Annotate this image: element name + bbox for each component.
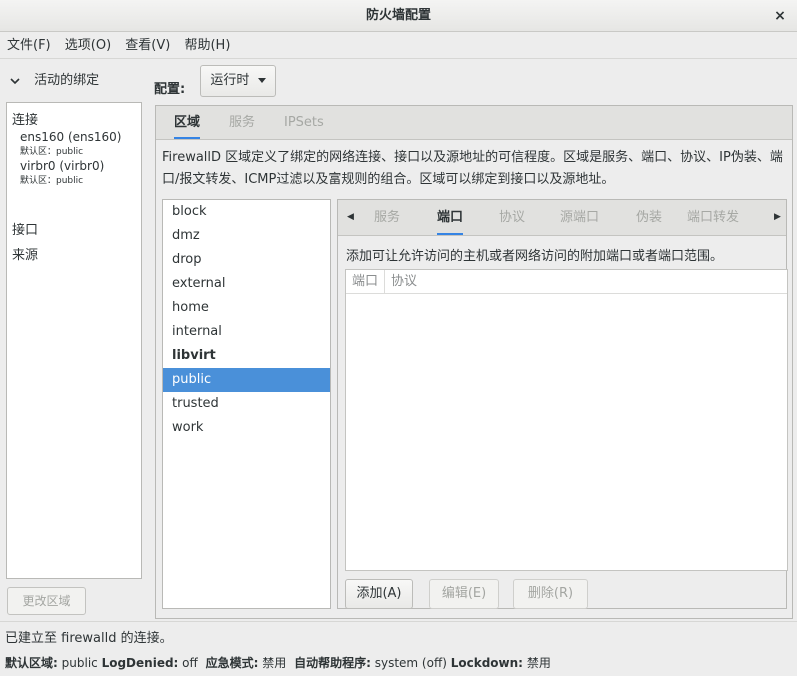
zone-settings-tab-bar: ◀ 服务 端口 协议 源端口 伪装 端口转发 ▶ bbox=[338, 200, 786, 236]
chevron-down-icon bbox=[10, 71, 22, 93]
ports-description: 添加可让允许访问的主机或者网络访问的附加端口或者端口范围。 bbox=[346, 249, 724, 264]
config-value: 运行时 bbox=[210, 73, 250, 88]
edit-port-button[interactable]: 编辑(E) bbox=[429, 579, 499, 609]
change-zone-button[interactable]: 更改区域 bbox=[7, 587, 86, 615]
window-title: 防火墙配置 bbox=[365, 8, 431, 23]
tab-scroll-left-icon[interactable]: ◀ bbox=[347, 200, 354, 235]
zone-item-home[interactable]: home bbox=[163, 296, 330, 320]
zone-description: FirewallD 区域定义了绑定的网络连接、接口以及源地址的可信程度。区域是服… bbox=[162, 150, 783, 187]
config-dropdown[interactable]: 运行时 bbox=[200, 65, 276, 97]
menu-view[interactable]: 查看(V) bbox=[122, 33, 173, 59]
zone-item-external[interactable]: external bbox=[163, 272, 330, 296]
column-port[interactable]: 端口 bbox=[346, 270, 384, 294]
add-port-button[interactable]: 添加(A) bbox=[345, 579, 413, 609]
connections-group: 连接 ens160 (ens160) 默认区：public virbr0 (vi… bbox=[12, 109, 121, 186]
log-denied-label: LogDenied: bbox=[101, 656, 179, 670]
main-panel: 配置: 运行时 区域 服务 IPSets FirewallD 区域定义了绑定的网… bbox=[148, 60, 797, 620]
connection-ens160-zone: 默认区：public bbox=[20, 147, 84, 157]
lockdown-value: 禁用 bbox=[526, 656, 551, 670]
lockdown-label: Lockdown: bbox=[450, 656, 523, 670]
tab-zone-ports[interactable]: 端口 bbox=[437, 200, 464, 235]
tab-zone-protocols[interactable]: 协议 bbox=[499, 200, 525, 235]
default-zone-value: public bbox=[61, 656, 98, 670]
tab-zone-services[interactable]: 服务 bbox=[374, 200, 400, 235]
log-denied-value: off bbox=[182, 656, 198, 670]
tab-zone-source-ports[interactable]: 源端口 bbox=[560, 200, 599, 235]
menu-help[interactable]: 帮助(H) bbox=[181, 33, 233, 59]
connection-virbr0-zone: 默认区：public bbox=[20, 176, 84, 186]
zone-item-public[interactable]: public bbox=[163, 368, 330, 392]
tab-services[interactable]: 服务 bbox=[229, 106, 255, 139]
zone-item-dmz[interactable]: dmz bbox=[163, 224, 330, 248]
active-bindings-expander[interactable]: 活动的绑定 bbox=[10, 70, 99, 92]
zone-item-block[interactable]: block bbox=[163, 200, 330, 224]
status-summary: 默认区域: public LogDenied: off 应急模式: 禁用 自动帮… bbox=[5, 654, 551, 671]
interfaces-title: 接口 bbox=[12, 223, 39, 238]
tab-zone-masquerade[interactable]: 伪装 bbox=[636, 200, 662, 235]
sources-title: 来源 bbox=[12, 248, 39, 263]
menu-file[interactable]: 文件(F) bbox=[4, 33, 54, 59]
window-titlebar: 防火墙配置 × bbox=[0, 0, 797, 32]
close-icon: × bbox=[774, 8, 786, 24]
statusbar: 已建立至 firewalld 的连接。 默认区域: public LogDeni… bbox=[0, 621, 797, 676]
dropdown-arrow-icon bbox=[257, 73, 266, 88]
zone-list: block dmz drop external home internal li… bbox=[162, 199, 331, 609]
main-notebook: 区域 服务 IPSets FirewallD 区域定义了绑定的网络连接、接口以及… bbox=[155, 105, 793, 619]
auto-helper-value: system (off) bbox=[374, 656, 447, 670]
active-bindings-label: 活动的绑定 bbox=[34, 73, 100, 88]
connections-title: 连接 bbox=[12, 113, 39, 128]
ports-table-header: 端口 协议 bbox=[346, 270, 787, 294]
active-bindings-panel: 活动的绑定 连接 ens160 (ens160) 默认区：public virb… bbox=[0, 60, 148, 620]
connection-status: 已建立至 firewalld 的连接。 bbox=[5, 631, 173, 646]
tab-ipsets[interactable]: IPSets bbox=[284, 106, 324, 139]
zone-item-trusted[interactable]: trusted bbox=[163, 392, 330, 416]
auto-helper-label: 自动帮助程序: bbox=[294, 656, 371, 670]
column-protocol[interactable]: 协议 bbox=[384, 270, 423, 294]
menubar: 文件(F) 选项(O) 查看(V) 帮助(H) bbox=[0, 33, 797, 59]
close-button[interactable]: × bbox=[769, 5, 791, 27]
remove-port-button[interactable]: 删除(R) bbox=[513, 579, 588, 609]
tab-scroll-right-icon[interactable]: ▶ bbox=[774, 200, 781, 235]
bindings-list: 连接 ens160 (ens160) 默认区：public virbr0 (vi… bbox=[6, 102, 142, 579]
zone-item-libvirt[interactable]: libvirt bbox=[163, 344, 330, 368]
default-zone-label: 默认区域: bbox=[5, 656, 58, 670]
zone-settings-notebook: ◀ 服务 端口 协议 源端口 伪装 端口转发 ▶ 添加可让允许访问的主机或者网络… bbox=[337, 199, 788, 609]
panic-mode-label: 应急模式: bbox=[205, 656, 259, 670]
zone-item-work[interactable]: work bbox=[163, 416, 330, 440]
zone-item-drop[interactable]: drop bbox=[163, 248, 330, 272]
menu-options[interactable]: 选项(O) bbox=[62, 33, 114, 59]
zone-item-internal[interactable]: internal bbox=[163, 320, 330, 344]
connection-ens160[interactable]: ens160 (ens160) bbox=[20, 130, 121, 144]
panic-mode-value: 禁用 bbox=[262, 656, 287, 670]
tab-zones[interactable]: 区域 bbox=[174, 106, 201, 139]
ports-table[interactable]: 端口 协议 bbox=[345, 269, 788, 571]
connection-virbr0[interactable]: virbr0 (virbr0) bbox=[20, 159, 121, 173]
top-tab-bar: 区域 服务 IPSets bbox=[156, 106, 792, 140]
tab-zone-port-forward[interactable]: 端口转发 bbox=[687, 200, 739, 235]
config-label: 配置: bbox=[154, 82, 186, 97]
